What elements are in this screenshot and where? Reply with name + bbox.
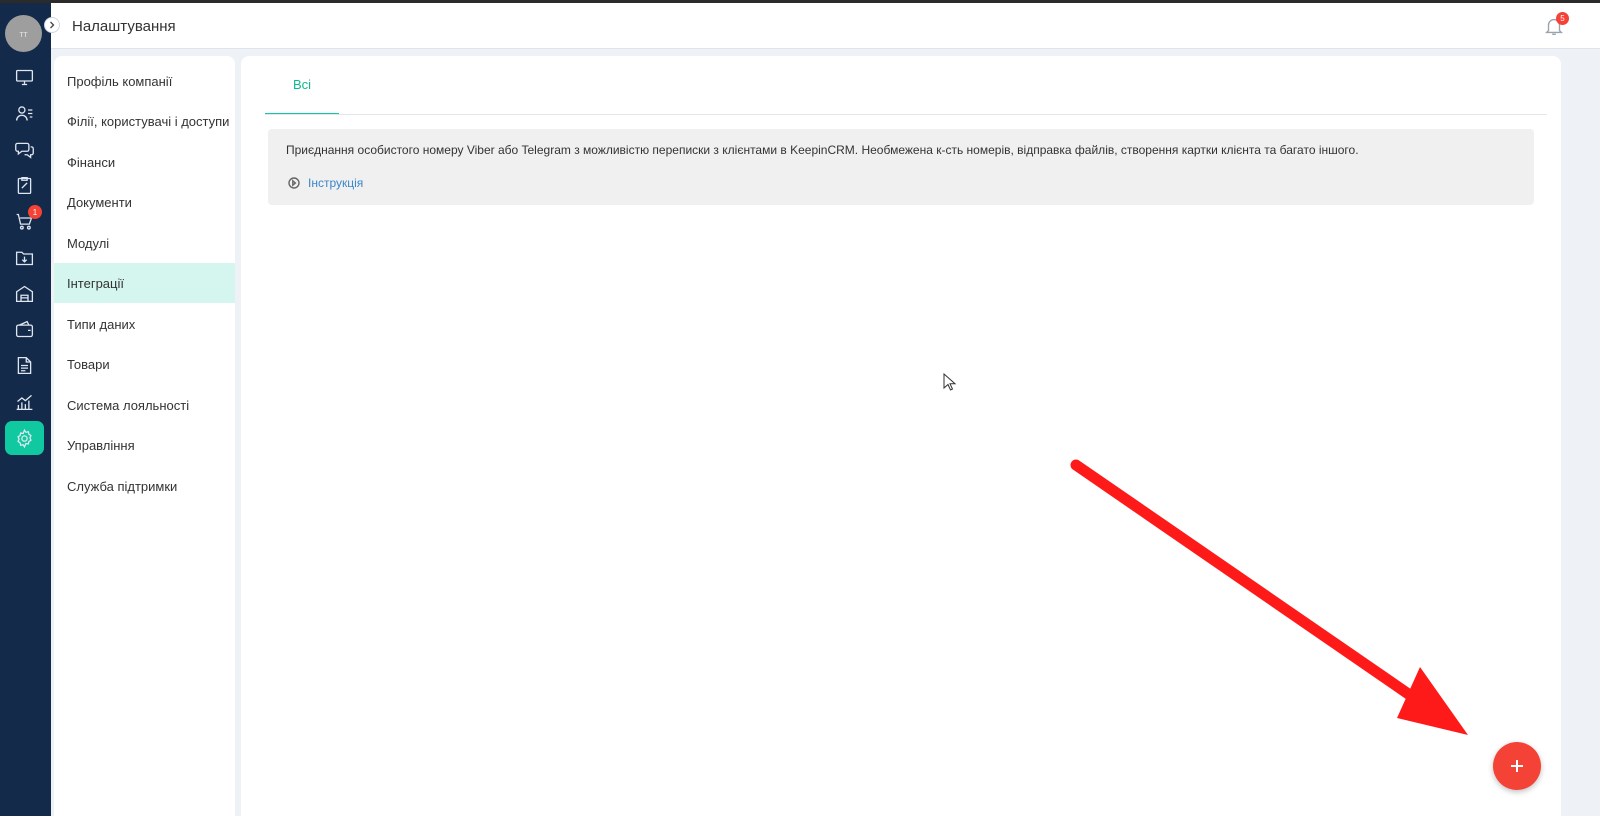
settings-menu: Профіль компанії Філії, користувачі і до…	[54, 56, 235, 816]
nav-settings[interactable]	[5, 421, 44, 455]
mouse-cursor-icon	[943, 373, 957, 391]
menu-item-company-profile[interactable]: Профіль компанії	[54, 61, 235, 101]
tabs-divider	[265, 114, 1547, 115]
nav-chat[interactable]	[5, 132, 44, 166]
nav-monitor[interactable]	[5, 60, 44, 94]
contacts-icon	[15, 105, 33, 121]
notifications-badge: 5	[1556, 12, 1569, 25]
page-scrollbar[interactable]	[1565, 56, 1600, 816]
gear-icon	[17, 428, 32, 448]
nav-contacts[interactable]	[5, 96, 44, 130]
main-nav-rail: тт 1	[0, 3, 51, 816]
instruction-link-label: Інструкція	[308, 176, 364, 190]
menu-item-branches-users[interactable]: Філії, користувачі і доступи	[54, 101, 235, 141]
notifications-button[interactable]: 5	[1543, 12, 1569, 39]
folder-download-icon	[15, 251, 34, 265]
menu-item-data-types[interactable]: Типи даних	[54, 304, 235, 344]
instruction-link[interactable]: Інструкція	[288, 176, 363, 190]
menu-item-support[interactable]: Служба підтримки	[54, 466, 235, 506]
plus-icon	[1511, 760, 1523, 772]
integration-description: Приєднання особистого номеру Viber або T…	[286, 143, 1359, 157]
menu-item-integrations[interactable]: Інтеграції	[54, 263, 235, 303]
nav-documents[interactable]	[5, 348, 44, 382]
menu-item-management[interactable]: Управління	[54, 425, 235, 465]
analytics-icon	[16, 394, 33, 410]
integration-info-card: Приєднання особистого номеру Viber або T…	[268, 129, 1534, 205]
cart-badge: 1	[28, 205, 42, 219]
page-title: Налаштування	[72, 18, 176, 35]
nav-finance[interactable]	[5, 312, 44, 346]
menu-item-documents[interactable]: Документи	[54, 182, 235, 222]
play-circle-icon	[288, 177, 300, 189]
menu-item-finance[interactable]: Фінанси	[54, 142, 235, 182]
nav-tasks[interactable]	[5, 168, 44, 202]
add-integration-button[interactable]	[1493, 742, 1541, 790]
monitor-icon	[15, 69, 34, 85]
tab-all[interactable]: Всі	[265, 56, 339, 115]
nav-warehouse[interactable]	[5, 276, 44, 310]
document-icon	[17, 356, 32, 374]
menu-item-products[interactable]: Товари	[54, 344, 235, 384]
nav-files[interactable]	[5, 240, 44, 274]
warehouse-icon	[15, 285, 34, 302]
chat-icon	[15, 142, 34, 159]
menu-item-modules[interactable]: Модулі	[54, 223, 235, 263]
avatar[interactable]: тт	[5, 15, 42, 52]
nav-orders[interactable]: 1	[5, 204, 44, 238]
clipboard-icon	[17, 176, 32, 194]
nav-analytics[interactable]	[5, 384, 44, 418]
chevron-right-icon	[50, 21, 55, 29]
top-header: Налаштування 5	[51, 3, 1600, 49]
annotation-arrow-icon	[1070, 459, 1468, 735]
wallet-icon	[15, 320, 34, 337]
menu-item-loyalty[interactable]: Система лояльності	[54, 385, 235, 425]
expand-sidebar-button[interactable]	[44, 17, 60, 33]
